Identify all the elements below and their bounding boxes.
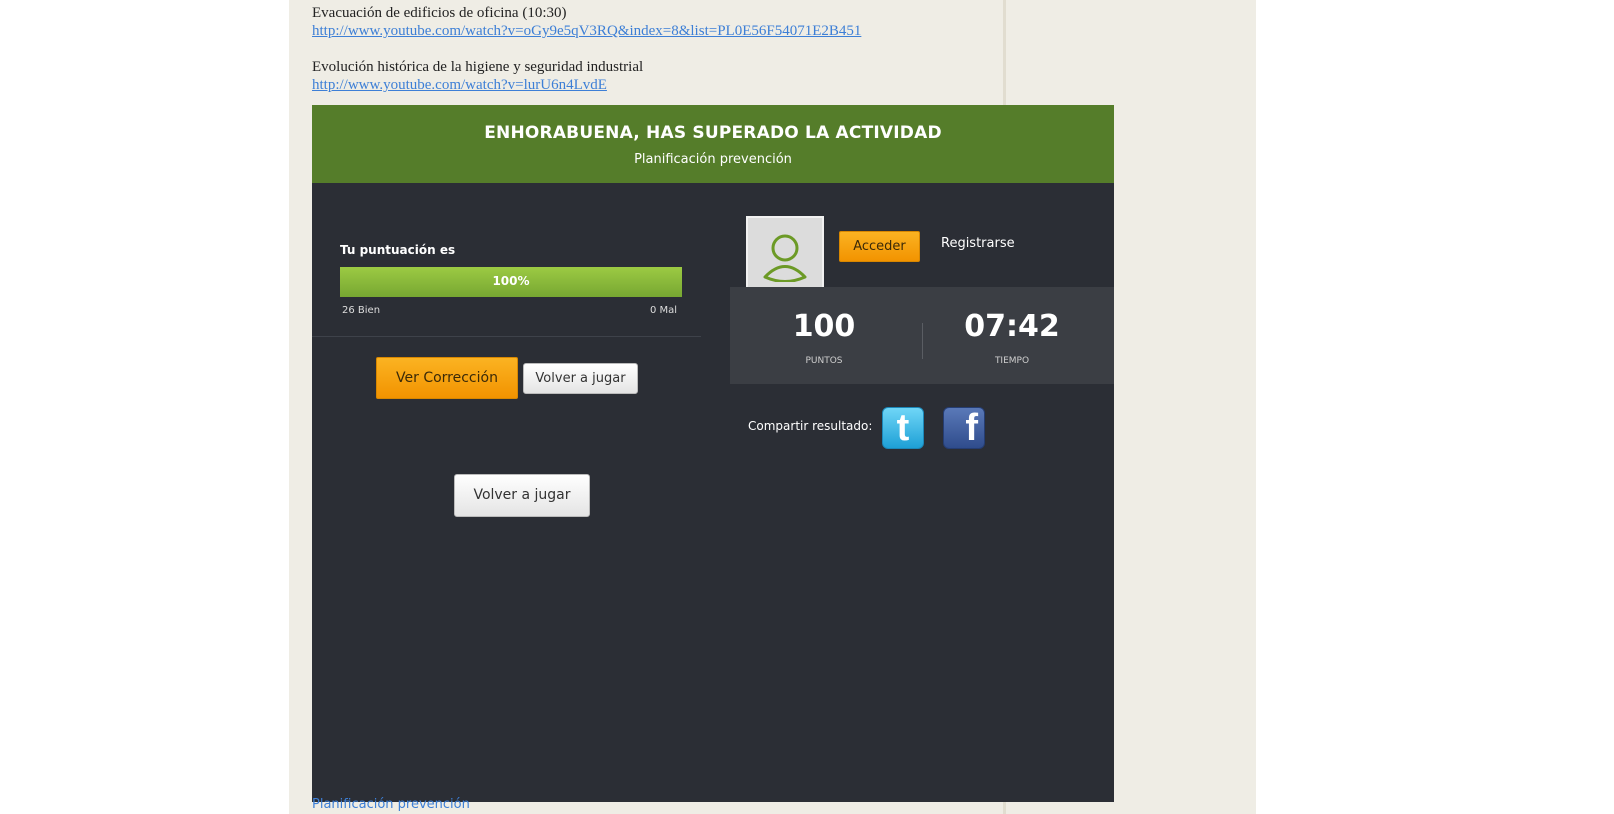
facebook-icon[interactable]: f: [943, 407, 985, 449]
result-title: ENHORABUENA, HAS SUPERADO LA ACTIVIDAD: [484, 123, 942, 143]
activity-result-widget: ENHORABUENA, HAS SUPERADO LA ACTIVIDAD P…: [312, 105, 1114, 802]
twitter-icon[interactable]: t: [882, 407, 924, 449]
time-value: 07:42: [964, 309, 1060, 344]
wrong-count: 0 Mal: [650, 305, 678, 316]
volver-a-jugar-button[interactable]: Volver a jugar: [454, 474, 590, 517]
result-header: ENHORABUENA, HAS SUPERADO LA ACTIVIDAD P…: [312, 105, 1114, 183]
points-label: PUNTOS: [805, 356, 843, 366]
ver-correccion-button[interactable]: Ver Corrección: [376, 357, 518, 399]
divider: [312, 336, 701, 337]
activity-subtitle: Planificación prevención: [634, 152, 792, 167]
score-percent: 100%: [492, 274, 530, 288]
facebook-glyph: f: [965, 407, 978, 449]
score-label: Tu puntuación es: [340, 243, 456, 257]
stats-panel: 100 PUNTOS 07:42 TIEMPO: [730, 287, 1114, 384]
correct-count: 26 Bien: [342, 305, 381, 316]
user-avatar-icon: [746, 216, 824, 295]
acceder-button[interactable]: Acceder: [839, 231, 920, 262]
volver-a-jugar-small-button[interactable]: Volver a jugar: [523, 363, 638, 394]
registrarse-link[interactable]: Registrarse: [941, 236, 1015, 251]
footer-link[interactable]: Planificación prevención: [312, 796, 470, 814]
video-title-evacuacion: Evacuación de edificios de oficina (10:3…: [312, 5, 567, 21]
share-label: Compartir resultado:: [748, 419, 873, 433]
score-progress-bar: 100%: [340, 267, 682, 297]
video-title-evolucion: Evolución histórica de la higiene y segu…: [312, 59, 644, 75]
video-link-evolucion[interactable]: http://www.youtube.com/watch?v=lurU6n4Lv…: [312, 76, 607, 94]
stats-divider: [922, 323, 923, 359]
twitter-glyph: t: [896, 407, 910, 449]
time-label: TIEMPO: [994, 356, 1030, 366]
video-link-evacuacion[interactable]: http://www.youtube.com/watch?v=oGy9e5qV3…: [312, 22, 861, 40]
points-value: 100: [792, 309, 856, 344]
